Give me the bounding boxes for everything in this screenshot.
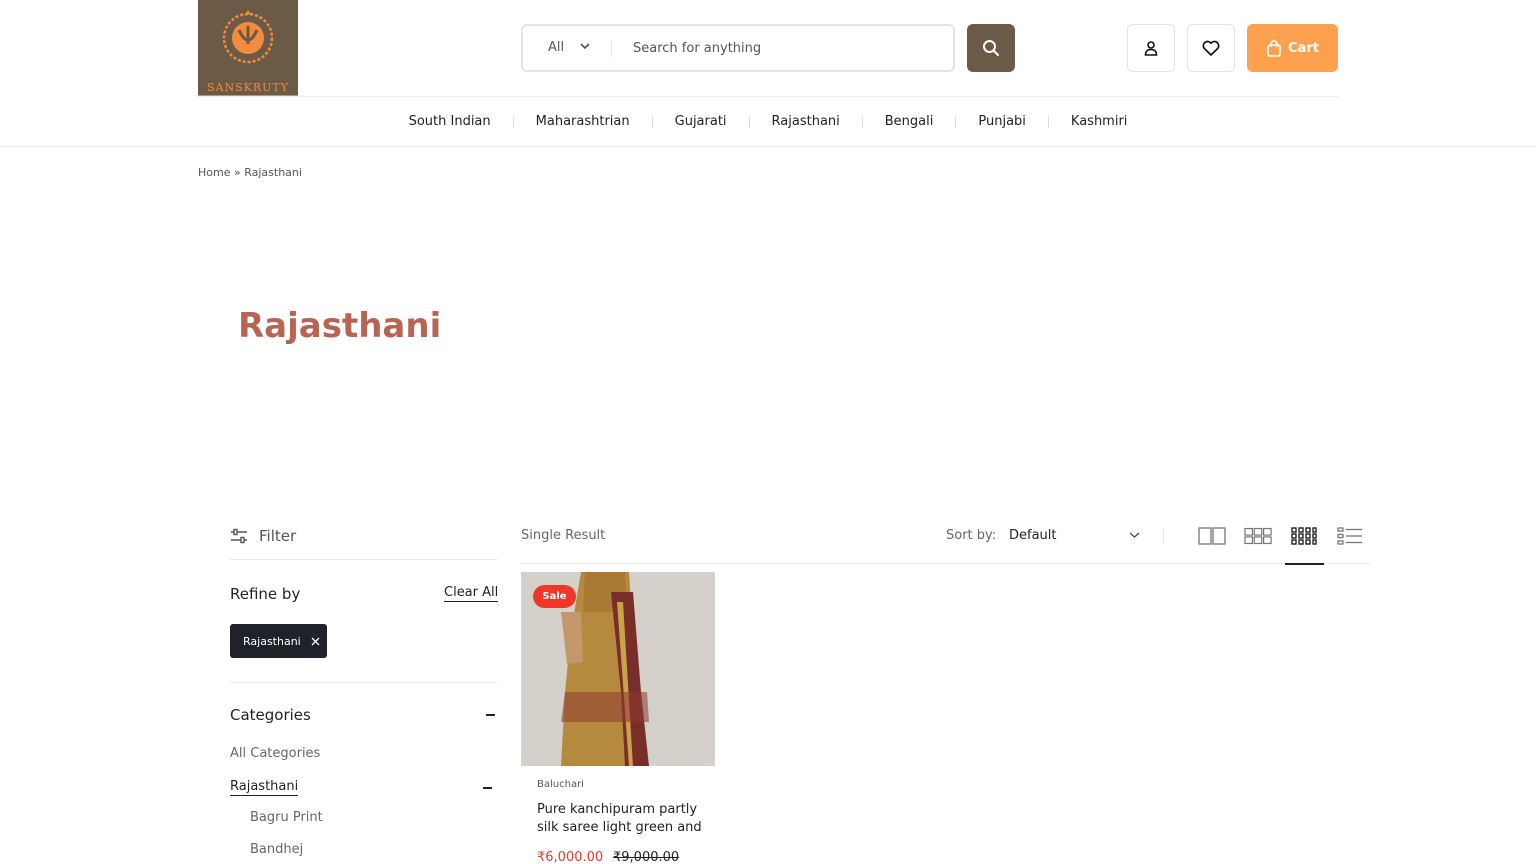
product-sale-price: ₹6,000.00: [537, 850, 604, 864]
nav-item-south-indian[interactable]: South Indian: [387, 112, 513, 132]
toolbar-separator: [1163, 528, 1164, 544]
wishlist-button[interactable]: [1187, 24, 1235, 72]
nav-item-rajasthani[interactable]: Rajasthani: [750, 112, 862, 132]
user-icon: [1144, 41, 1158, 56]
sort-label: Sort by:: [946, 528, 997, 543]
sale-badge: Sale: [533, 585, 576, 608]
collapse-rajasthani-icon[interactable]: [483, 787, 492, 789]
grid-3-view-button[interactable]: [1244, 524, 1272, 548]
search-bar: All: [521, 24, 955, 72]
breadcrumb-current: Rajasthani: [244, 166, 302, 179]
filter-sliders-icon: [231, 528, 247, 544]
refine-by-heading: Refine by: [230, 585, 301, 603]
cart-button[interactable]: Cart: [1247, 24, 1338, 72]
product-regular-price: ₹9,000.00: [613, 850, 680, 864]
grid-4-icon: [1291, 527, 1317, 545]
logo-emblem-icon: [222, 10, 274, 64]
list-icon: [1337, 527, 1362, 545]
clear-all-link[interactable]: Clear All: [444, 585, 499, 602]
heart-icon: [1202, 40, 1220, 56]
active-filter-tag[interactable]: Rajasthani: [230, 624, 327, 658]
page-title: Rajasthani: [238, 306, 442, 346]
grid-3-icon: [1244, 527, 1272, 545]
list-view-button[interactable]: [1336, 524, 1364, 548]
active-filter-label: Rajasthani: [243, 634, 301, 648]
breadcrumb: Home » Rajasthani: [198, 166, 302, 179]
chevron-down-icon[interactable]: [1129, 531, 1140, 539]
breadcrumb-home-link[interactable]: Home: [198, 166, 230, 179]
sidebar-divider: [230, 682, 497, 683]
categories-heading: Categories: [230, 706, 311, 724]
close-icon[interactable]: [311, 637, 320, 646]
filter-header[interactable]: Filter: [230, 526, 497, 560]
search-divider: [611, 41, 612, 57]
search-icon: [983, 40, 999, 56]
product-title[interactable]: Pure kanchipuram partly silk saree light…: [537, 801, 707, 837]
shopping-bag-icon: [1267, 39, 1281, 57]
brand-wordmark: SANSKRUTY: [206, 81, 289, 94]
active-view-indicator: [1285, 563, 1324, 565]
filter-label: Filter: [259, 527, 297, 545]
cart-label: Cart: [1288, 40, 1319, 56]
collapse-categories-icon[interactable]: [486, 714, 495, 716]
site-header: SANSKRUTY All Cart South Indian Maharash…: [0, 0, 1536, 147]
nav-item-punjabi[interactable]: Punjabi: [956, 112, 1048, 132]
breadcrumb-separator: »: [233, 166, 241, 179]
search-input[interactable]: [621, 36, 941, 60]
toolbar-divider: [521, 563, 1370, 564]
nav-item-gujarati[interactable]: Gujarati: [653, 112, 749, 132]
category-all[interactable]: All Categories: [230, 746, 320, 761]
search-category-select[interactable]: All: [548, 40, 564, 55]
brand-logo[interactable]: SANSKRUTY: [198, 0, 298, 97]
result-count: Single Result: [521, 528, 606, 543]
search-button[interactable]: [967, 24, 1015, 72]
nav-item-maharashtrian[interactable]: Maharashtrian: [514, 112, 652, 132]
nav-item-bengali[interactable]: Bengali: [863, 112, 956, 132]
chevron-down-icon[interactable]: [580, 42, 590, 50]
account-button[interactable]: [1127, 24, 1175, 72]
grid-2-view-button[interactable]: [1198, 524, 1226, 548]
grid-4-view-button[interactable]: [1290, 524, 1318, 548]
nav-item-kashmiri[interactable]: Kashmiri: [1049, 112, 1150, 132]
category-rajasthani[interactable]: Rajasthani: [230, 779, 299, 796]
header-divider: [198, 96, 1338, 97]
grid-2-icon: [1198, 527, 1226, 545]
subcategory-bandhej[interactable]: Bandhej: [250, 842, 303, 857]
subcategory-bagru-print[interactable]: Bagru Print: [250, 810, 323, 825]
main-nav: South Indian Maharashtrian Gujarati Raja…: [0, 112, 1536, 132]
sort-select[interactable]: Default: [1009, 528, 1057, 543]
product-category[interactable]: Baluchari: [537, 779, 584, 790]
